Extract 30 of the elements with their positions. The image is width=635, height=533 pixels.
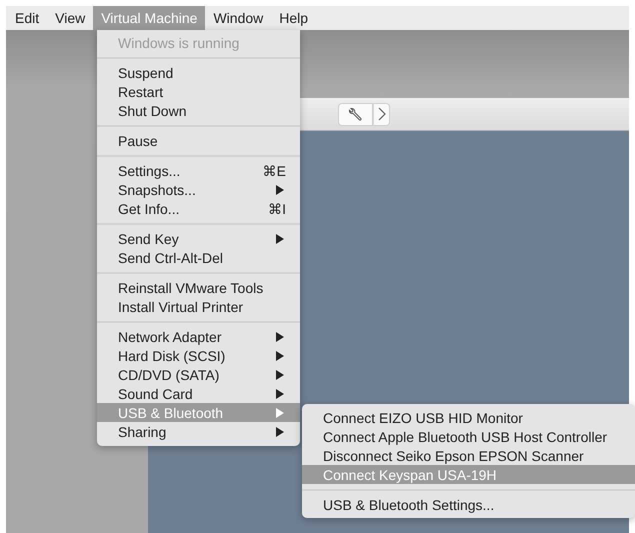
menu-item[interactable]: Sound Card bbox=[97, 384, 300, 403]
menu-bar-item[interactable]: Help bbox=[271, 6, 316, 30]
settings-button[interactable] bbox=[338, 102, 373, 126]
submenu-arrow-icon bbox=[276, 184, 284, 194]
menu-item[interactable]: Hard Disk (SCSI) bbox=[97, 346, 300, 365]
menu-item[interactable]: Send Key bbox=[97, 229, 300, 248]
forward-button[interactable] bbox=[373, 102, 390, 126]
menu-item[interactable]: Settings... ⌘E bbox=[97, 161, 300, 180]
menu-item[interactable]: Pause bbox=[97, 131, 300, 150]
menu-item[interactable]: Send Ctrl-Alt-Del bbox=[97, 248, 300, 267]
menu-item[interactable]: Connect Apple Bluetooth USB Host Controller bbox=[302, 427, 635, 446]
menu-bar-item[interactable]: Window bbox=[205, 6, 272, 30]
submenu-arrow-icon bbox=[276, 234, 284, 244]
menu-bar-item[interactable]: View bbox=[47, 6, 94, 30]
menu-item[interactable]: USB & Bluetooth Settings... bbox=[302, 495, 635, 514]
menu-item[interactable]: CD/DVD (SATA) bbox=[97, 365, 300, 384]
menu-item[interactable]: Restart bbox=[97, 82, 300, 101]
menu-item[interactable]: Shut Down bbox=[97, 101, 300, 120]
menu-item[interactable]: Reinstall VMware Tools bbox=[97, 278, 300, 297]
menu-bar-item[interactable]: Edit bbox=[7, 6, 48, 30]
menu-item[interactable]: Get Info... ⌘I bbox=[97, 199, 300, 218]
menu-item[interactable]: Disconnect Seiko Epson EPSON Scanner bbox=[302, 446, 635, 465]
menu-item[interactable]: Snapshots... bbox=[97, 180, 300, 199]
menu-item[interactable]: Sharing bbox=[97, 422, 300, 441]
menu-item[interactable]: Connect EIZO USB HID Monitor bbox=[302, 408, 635, 427]
wrench-icon bbox=[348, 106, 364, 122]
menu-item[interactable]: Suspend bbox=[97, 63, 300, 82]
menu-item[interactable]: Install Virtual Printer bbox=[97, 297, 300, 316]
chevron-right-icon bbox=[378, 107, 386, 121]
menu-item[interactable]: Network Adapter bbox=[97, 327, 300, 346]
